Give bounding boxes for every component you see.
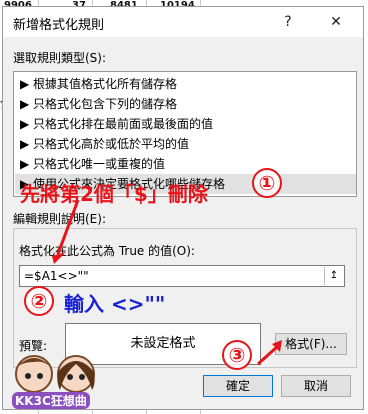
help-button[interactable]: ? bbox=[275, 10, 301, 34]
watermark-text: KK3C狂想曲 bbox=[12, 392, 90, 409]
rule-type-item[interactable]: ▶ 只格式化排在最前面或最後面的值 bbox=[20, 114, 213, 134]
step1-arrow bbox=[52, 199, 80, 264]
formula-input[interactable]: =$A1<>"" ↥ bbox=[19, 265, 345, 287]
formula-value: =$A1<>"" bbox=[24, 269, 89, 283]
rule-type-item[interactable]: ▶ 只格式化高於或低於平均的值 bbox=[20, 134, 189, 154]
rule-type-label: 選取規則類型(S): bbox=[13, 51, 107, 65]
mascot-illustration bbox=[15, 355, 95, 393]
step3-arrow bbox=[256, 340, 282, 366]
rule-type-item[interactable]: ▶ 只格式化唯一或重複的值 bbox=[20, 154, 165, 174]
collapse-dialog-icon[interactable]: ↥ bbox=[324, 267, 343, 285]
close-button[interactable]: ✕ bbox=[321, 10, 351, 34]
step3-number-badge: ③ bbox=[222, 340, 252, 370]
dialog-title: 新增格式化規則 bbox=[13, 18, 105, 33]
step2-annotation-text: 輸入 <>"" bbox=[64, 292, 166, 316]
rule-type-item[interactable]: ▶ 根據其值格式化所有儲存格 bbox=[20, 74, 177, 94]
rule-type-item[interactable]: ▶ 只格式化包含下列的儲存格 bbox=[20, 94, 177, 114]
step1-number-badge: ① bbox=[252, 168, 282, 198]
step2-number-badge: ② bbox=[24, 286, 54, 316]
title-bar: 新增格式化規則 ? ✕ bbox=[3, 7, 363, 37]
ok-button[interactable]: 確定 bbox=[203, 375, 273, 397]
kk3c-logo: KK3C狂想曲 bbox=[8, 350, 104, 409]
cancel-button[interactable]: 取消 bbox=[281, 375, 351, 397]
